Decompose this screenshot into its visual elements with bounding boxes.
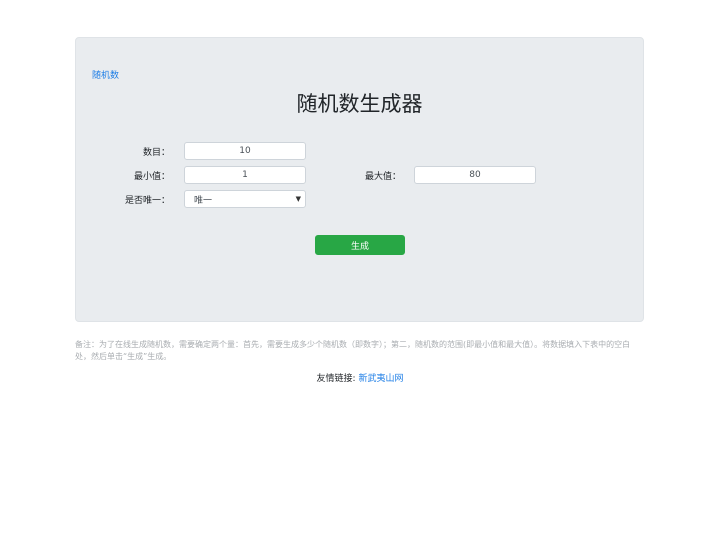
max-label: 最大值： <box>364 172 401 182</box>
count-input[interactable] <box>184 142 306 160</box>
friend-links-label: 友情链接: <box>316 374 356 384</box>
max-input[interactable] <box>414 166 536 184</box>
note-text: 备注：为了在线生成随机数，需要确定两个量：首先，需要生成多少个随机数（即数字）；… <box>75 340 631 361</box>
generate-button[interactable]: 生成 <box>315 235 405 255</box>
friend-link-item[interactable]: 新武夷山网 <box>359 374 404 384</box>
friend-links: 友情链接: 新武夷山网 <box>0 371 720 384</box>
unique-select-value: 唯一 <box>194 195 213 206</box>
breadcrumb-link-random[interactable]: 随机数 <box>92 68 119 81</box>
chevron-down-icon: ▼ <box>295 195 301 203</box>
count-label: 数目： <box>142 148 170 158</box>
generator-panel: 随机数 随机数生成器 数目： 最小值： 最大值： 是否唯一： 唯一 ▼ 生成 <box>75 37 644 322</box>
page-title: 随机数生成器 <box>296 92 423 116</box>
min-label: 最小值： <box>133 172 170 182</box>
unique-label: 是否唯一： <box>124 196 170 206</box>
unique-select[interactable]: 唯一 ▼ <box>184 190 306 208</box>
min-input[interactable] <box>184 166 306 184</box>
